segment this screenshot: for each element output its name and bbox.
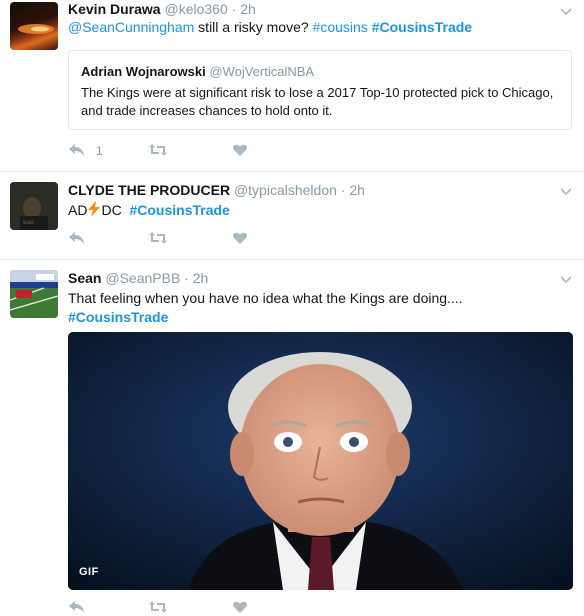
like-button[interactable] bbox=[232, 231, 248, 245]
retweet-button[interactable] bbox=[148, 231, 168, 245]
avatar[interactable] bbox=[10, 2, 58, 50]
quoted-author-handle: @WojVerticalNBA bbox=[209, 64, 315, 79]
reply-icon bbox=[69, 232, 84, 244]
gif-media[interactable]: GIF bbox=[68, 332, 573, 590]
reply-button[interactable] bbox=[68, 231, 86, 245]
avatar[interactable] bbox=[10, 270, 58, 318]
chevron-down-icon[interactable] bbox=[560, 273, 572, 285]
author-handle[interactable]: @typicalsheldon bbox=[234, 182, 337, 198]
reply-count: 1 bbox=[96, 144, 103, 158]
retweet-icon bbox=[149, 232, 167, 244]
separator-dot: · bbox=[184, 270, 189, 286]
quoted-text: The Kings were at significant risk to lo… bbox=[81, 85, 554, 118]
reply-button[interactable] bbox=[68, 143, 86, 157]
hashtag-cousinstrade[interactable]: #CousinsTrade bbox=[68, 309, 168, 325]
tweet-time[interactable]: 2h bbox=[349, 182, 365, 198]
retweet-icon bbox=[149, 144, 167, 156]
chevron-down-icon[interactable] bbox=[560, 185, 572, 197]
like-icon bbox=[233, 144, 247, 156]
author-name[interactable]: Sean bbox=[68, 270, 101, 286]
svg-text:wax: wax bbox=[22, 220, 34, 226]
hashtag-cousins[interactable]: #cousins bbox=[313, 19, 368, 35]
hashtag-cousinstrade[interactable]: #CousinsTrade bbox=[372, 19, 472, 35]
tweet-kevin-durawa[interactable]: Kevin Durawa @kelo360 · 2h @SeanCunningh… bbox=[0, 0, 584, 172]
tweet-time[interactable]: 2h bbox=[240, 1, 256, 17]
like-icon bbox=[233, 232, 247, 244]
gif-image bbox=[68, 332, 573, 590]
avatar[interactable]: wax bbox=[10, 182, 58, 230]
tweet-time[interactable]: 2h bbox=[193, 270, 209, 286]
separator-dot: · bbox=[340, 182, 346, 198]
tweet-text: still a risky move? bbox=[194, 19, 313, 35]
tweet-sean[interactable]: Sean @SeanPBB · 2h That feeling when you… bbox=[0, 259, 584, 613]
chevron-down-icon[interactable] bbox=[560, 5, 572, 17]
author-handle[interactable]: @SeanPBB bbox=[105, 270, 180, 286]
tweet-text-b: DC bbox=[101, 202, 122, 218]
separator-dot: · bbox=[231, 1, 237, 17]
tweet-clyde-the-producer[interactable]: wax CLYDE THE PRODUCER @typicalsheldon ·… bbox=[0, 171, 584, 260]
author-name[interactable]: CLYDE THE PRODUCER bbox=[68, 182, 230, 198]
tweet-text-a: AD bbox=[68, 202, 88, 218]
author-name[interactable]: Kevin Durawa bbox=[68, 1, 161, 17]
hashtag-cousinstrade[interactable]: #CousinsTrade bbox=[129, 202, 229, 218]
retweet-button[interactable] bbox=[148, 143, 168, 157]
quoted-tweet[interactable]: Adrian Wojnarowski @WojVerticalNBA The K… bbox=[68, 50, 572, 130]
like-button[interactable] bbox=[232, 143, 248, 157]
tweet-text: That feeling when you have no idea what … bbox=[68, 290, 463, 306]
gif-badge: GIF bbox=[79, 566, 99, 578]
author-handle[interactable]: @kelo360 bbox=[164, 1, 227, 17]
quoted-author-name: Adrian Wojnarowski bbox=[81, 64, 206, 79]
mention-link[interactable]: @SeanCunningham bbox=[68, 19, 194, 35]
lightning-emoji-icon bbox=[88, 201, 101, 217]
reply-icon bbox=[69, 144, 84, 156]
